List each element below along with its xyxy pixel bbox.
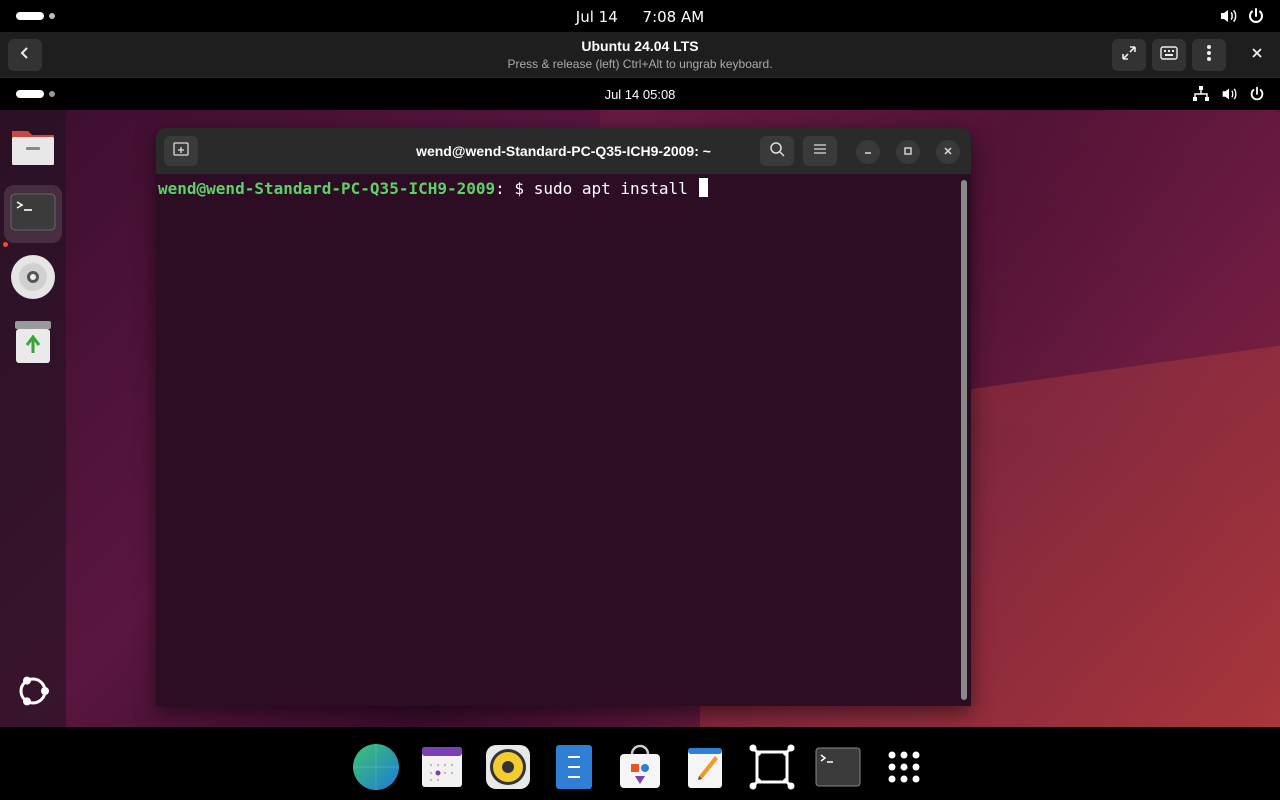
dock-item-show-apps[interactable] [4, 664, 62, 722]
fullscreen-icon [1120, 44, 1138, 67]
host-clock[interactable]: Jul 14 7:08 AM [0, 8, 1280, 26]
prompt-user-host: wend@wend-Standard-PC-Q35-ICH9-2009 [158, 179, 496, 198]
guest-desktop[interactable]: Jul 14 05:08 wend@wend-Standard-PC-Q35-I… [0, 78, 1280, 727]
terminal-titlebar[interactable]: wend@wend-Standard-PC-Q35-ICH9-2009: ~ [156, 128, 971, 174]
menu-button[interactable] [1192, 39, 1226, 71]
guest-status-icons[interactable] [1192, 85, 1266, 103]
dock-item-cd-drive[interactable] [4, 250, 62, 308]
search-button[interactable] [760, 136, 794, 166]
guest-top-bar: Jul 14 05:08 [0, 78, 1280, 110]
viewer-subtitle: Press & release (left) Ctrl+Alt to ungra… [507, 57, 773, 71]
terminal-scrollbar[interactable] [961, 180, 967, 700]
close-button[interactable] [1240, 39, 1274, 71]
cube-frame-icon [749, 744, 795, 795]
taskbar-file-manager[interactable] [550, 744, 598, 795]
minimize-button[interactable] [856, 140, 880, 164]
keyboard-icon [1160, 45, 1178, 65]
keyboard-button[interactable] [1152, 39, 1186, 71]
power-icon[interactable] [1248, 85, 1266, 103]
prompt-suffix: : $ [495, 179, 534, 198]
command-text: sudo apt install [533, 179, 698, 198]
host-status-icons[interactable] [1218, 6, 1266, 26]
trash-icon [13, 319, 53, 370]
text-cursor [699, 178, 709, 197]
file-cabinet-icon [555, 744, 593, 795]
shopping-bag-icon [618, 744, 662, 795]
dock-item-files[interactable] [4, 120, 62, 178]
ubuntu-logo-icon [14, 672, 52, 715]
folder-icon [10, 125, 56, 174]
fullscreen-button[interactable] [1112, 39, 1146, 71]
dock-item-terminal[interactable] [4, 185, 62, 243]
taskbar-app-grid[interactable] [880, 745, 928, 793]
host-top-bar: Jul 14 7:08 AM [0, 0, 1280, 32]
terminal-title: wend@wend-Standard-PC-Q35-ICH9-2009: ~ [416, 143, 711, 159]
screen: Jul 14 7:08 AM Ubuntu 24.04 LTS Press & … [0, 0, 1280, 800]
hamburger-icon [813, 142, 827, 160]
taskbar-text-editor[interactable] [682, 745, 730, 793]
terminal-output[interactable]: wend@wend-Standard-PC-Q35-ICH9-2009: $ s… [156, 174, 971, 706]
dock [0, 110, 66, 727]
window-close-button[interactable] [936, 140, 960, 164]
dock-item-trash[interactable] [4, 315, 62, 373]
taskbar-software-store[interactable] [616, 744, 664, 795]
viewer-title: Ubuntu 24.04 LTS [581, 38, 699, 54]
speaker-icon [484, 743, 532, 796]
power-icon[interactable] [1246, 6, 1266, 26]
search-icon [769, 141, 785, 162]
close-icon [943, 143, 953, 161]
close-icon [1251, 46, 1263, 64]
maximize-button[interactable] [896, 140, 920, 164]
globe-icon [352, 743, 400, 796]
minimize-icon [863, 143, 873, 161]
network-icon[interactable] [1192, 85, 1210, 103]
host-time: 7:08 AM [642, 8, 705, 26]
volume-icon[interactable] [1220, 85, 1238, 103]
hamburger-menu-button[interactable] [803, 136, 837, 166]
taskbar-calendar[interactable] [418, 745, 466, 793]
guest-clock[interactable]: Jul 14 05:08 [0, 87, 1280, 102]
notepad-pencil-icon [686, 744, 726, 795]
calendar-icon [421, 745, 463, 794]
host-date: Jul 14 [575, 8, 618, 26]
taskbar-music[interactable] [484, 743, 532, 796]
taskbar-browser[interactable] [352, 743, 400, 796]
terminal-icon [10, 193, 56, 236]
volume-icon[interactable] [1218, 6, 1238, 26]
remote-viewer-header: Ubuntu 24.04 LTS Press & release (left) … [0, 32, 1280, 78]
menu-icon [1206, 44, 1212, 67]
running-indicator [3, 242, 8, 247]
taskbar-virtual-machine-manager[interactable] [748, 744, 796, 795]
terminal-icon [815, 747, 861, 792]
host-taskbar [0, 727, 1280, 800]
taskbar-terminal[interactable] [814, 745, 862, 793]
terminal-window[interactable]: wend@wend-Standard-PC-Q35-ICH9-2009: ~ w… [156, 128, 971, 706]
app-grid-icon [887, 750, 921, 789]
maximize-icon [903, 143, 913, 161]
disc-icon [10, 254, 56, 305]
